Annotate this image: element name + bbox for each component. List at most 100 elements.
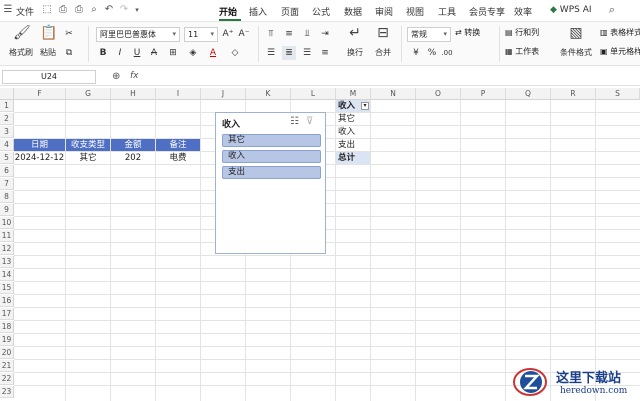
strikethrough-icon[interactable]: A [147, 46, 161, 60]
eraser-icon[interactable]: ◇ [228, 46, 242, 60]
format-painter-button[interactable]: 🖌 格式刷 [8, 25, 34, 58]
slicer-item[interactable]: 其它 [222, 134, 321, 147]
row-header[interactable]: 7 [0, 178, 14, 190]
font-size-select[interactable]: 11 ▾ [184, 27, 218, 42]
cell-style-button[interactable]: ▣ 单元格样式 [600, 46, 640, 57]
fill-color-icon[interactable]: ◈ [186, 46, 200, 60]
row-header[interactable]: 13 [0, 256, 14, 268]
align-middle-icon[interactable]: ≡ [282, 27, 296, 41]
row-header[interactable]: 23 [0, 386, 14, 398]
align-center-icon[interactable]: ≣ [282, 46, 296, 60]
row-header[interactable]: 1 [0, 100, 14, 112]
table-cell[interactable]: 202 [111, 152, 155, 164]
pivot-item-cell[interactable]: 支出 [336, 139, 370, 151]
slicer-item[interactable]: 收入 [222, 150, 321, 163]
row-header[interactable]: 20 [0, 347, 14, 359]
column-header[interactable]: R [551, 88, 596, 100]
column-header[interactable]: J [201, 88, 246, 100]
column-header[interactable]: M [336, 88, 371, 100]
align-right-icon[interactable]: ☰ [300, 46, 314, 60]
column-header[interactable]: P [461, 88, 506, 100]
slicer-panel[interactable]: 收入 ☷ ⊽ 其它 收入 支出 [215, 112, 326, 254]
column-header[interactable]: F [14, 88, 66, 100]
clear-filter-icon[interactable]: ⊽ [306, 116, 313, 127]
column-header[interactable]: O [416, 88, 461, 100]
column-header[interactable]: L [291, 88, 336, 100]
italic-button[interactable]: I [113, 46, 127, 60]
row-header[interactable]: 3 [0, 126, 14, 138]
row-header[interactable]: 17 [0, 308, 14, 320]
row-header[interactable]: 21 [0, 360, 14, 372]
more-icon[interactable]: ▾ [131, 4, 143, 16]
column-header[interactable]: S [596, 88, 640, 100]
tab-review[interactable]: 审阅 [375, 5, 393, 18]
file-menu[interactable]: 文件 [16, 5, 34, 18]
column-header[interactable]: N [371, 88, 416, 100]
tab-tools[interactable]: 工具 [438, 5, 456, 18]
table-cell[interactable]: 2024-12-12 [14, 152, 65, 164]
fx-button[interactable]: fx [130, 71, 139, 81]
font-name-select[interactable]: 阿里巴巴普惠体 ▾ [96, 27, 180, 42]
table-header-cell[interactable]: 金额 [111, 139, 155, 151]
search-icon[interactable]: ⌕ [606, 4, 618, 16]
pivot-item-cell[interactable]: 其它 [336, 113, 370, 125]
formula-input[interactable] [148, 70, 638, 84]
worksheet-button[interactable]: ▦ 工作表 [505, 46, 539, 57]
row-header[interactable]: 18 [0, 321, 14, 333]
multi-select-icon[interactable]: ☷ [290, 116, 299, 127]
new-file-icon[interactable]: ⬚ [41, 4, 53, 16]
decimal-icon[interactable]: .00 [440, 46, 454, 60]
row-header[interactable]: 6 [0, 165, 14, 177]
wrap-text-button[interactable]: ↵ 换行 [342, 25, 368, 58]
tab-home[interactable]: 开始 [219, 5, 237, 18]
row-header[interactable]: 8 [0, 191, 14, 203]
tab-formula[interactable]: 公式 [312, 5, 330, 18]
table-cell[interactable]: 电费 [156, 152, 200, 164]
column-header[interactable]: Q [506, 88, 551, 100]
tab-page[interactable]: 页面 [281, 5, 299, 18]
tab-insert[interactable]: 插入 [249, 5, 267, 18]
font-color-button[interactable]: A [206, 46, 220, 60]
tab-data[interactable]: 数据 [344, 5, 362, 18]
pdf-icon[interactable]: ⎙ [57, 4, 69, 16]
justify-icon[interactable]: ≡ [318, 46, 332, 60]
currency-icon[interactable]: ¥ [409, 46, 423, 60]
table-header-cell[interactable]: 备注 [156, 139, 200, 151]
align-bottom-icon[interactable]: ⫫ [300, 27, 314, 41]
row-header[interactable]: 22 [0, 373, 14, 385]
row-header[interactable]: 16 [0, 295, 14, 307]
decrease-font-icon[interactable]: A⁻ [237, 27, 251, 41]
row-header[interactable]: 10 [0, 217, 14, 229]
row-header[interactable]: 12 [0, 243, 14, 255]
redo-icon[interactable]: ↷ [118, 4, 130, 16]
tab-view[interactable]: 视图 [406, 5, 424, 18]
zoom-icon[interactable]: ⊕ [112, 71, 120, 82]
table-header-cell[interactable]: 日期 [14, 139, 65, 151]
tab-efficiency[interactable]: 效率 [514, 5, 532, 18]
row-header[interactable]: 4 [0, 139, 14, 151]
paste-button[interactable]: 📋 粘贴 [36, 25, 60, 58]
pivot-header-cell[interactable]: 收入 ▾ [336, 100, 370, 112]
name-box[interactable]: U24 [2, 70, 96, 84]
number-format-select[interactable]: 常规 ▾ [407, 27, 451, 42]
border-icon[interactable]: ⊞ [166, 46, 180, 60]
bold-button[interactable]: B [96, 46, 110, 60]
menu-icon[interactable]: ☰ [2, 4, 14, 16]
row-header[interactable]: 9 [0, 204, 14, 216]
slicer-item[interactable]: 支出 [222, 166, 321, 179]
row-header[interactable]: 19 [0, 334, 14, 346]
column-header[interactable]: G [66, 88, 111, 100]
merge-button[interactable]: ⊟ 合并 [370, 25, 396, 58]
pivot-total-cell[interactable]: 总计 [336, 152, 370, 164]
percent-icon[interactable]: % [425, 46, 439, 60]
conditional-format-button[interactable]: ▧ 条件格式 [558, 25, 594, 58]
pivot-item-cell[interactable]: 收入 [336, 126, 370, 138]
select-all-corner[interactable] [0, 88, 14, 100]
print-icon[interactable]: ⎙ [73, 4, 85, 16]
table-cell[interactable]: 其它 [66, 152, 110, 164]
undo-icon[interactable]: ↶ [103, 4, 115, 16]
wps-ai-button[interactable]: ◆ WPS AI [550, 5, 592, 15]
cut-icon[interactable]: ✂ [62, 27, 76, 41]
filter-dropdown-icon[interactable]: ▾ [361, 102, 369, 110]
table-header-cell[interactable]: 收支类型 [66, 139, 110, 151]
